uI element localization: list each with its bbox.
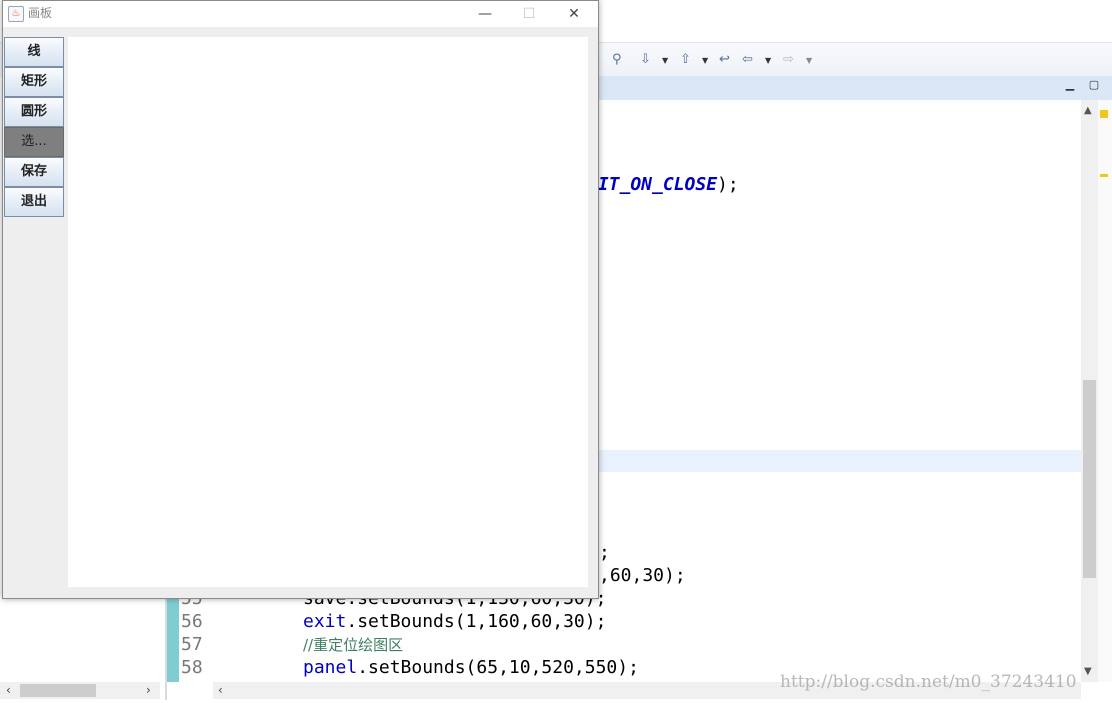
save-button[interactable]: 保存 (4, 157, 64, 187)
back-arrow-icon[interactable]: ⇦ (742, 51, 753, 69)
overview-ruler (1098, 100, 1112, 682)
forward-arrow-icon[interactable]: ⇨ (783, 51, 794, 69)
back-dropdown-icon[interactable]: ▼ (765, 52, 771, 70)
comment-token: //重定位绘图区 (303, 636, 404, 654)
minimize-view-icon[interactable]: ▁ (1064, 79, 1076, 91)
code-line-54: ,60,30); (599, 565, 686, 586)
change-ruler-bar (167, 590, 179, 682)
pin-icon[interactable]: ⚲ (612, 51, 622, 69)
scroll-down-icon[interactable]: ▼ (1084, 666, 1092, 677)
line-number: 56 (181, 611, 203, 632)
line-number: 58 (181, 657, 203, 678)
maximize-view-icon[interactable]: ▢ (1088, 79, 1100, 91)
window-title: 画板 (28, 6, 53, 20)
select-tool-button[interactable]: 选... (4, 127, 64, 157)
maximize-icon[interactable]: ☐ (509, 3, 549, 25)
left-panel-horizontal-scrollbar[interactable]: ‹ › (0, 682, 160, 699)
code-line-53: ; (599, 542, 610, 563)
minimize-icon[interactable]: — (465, 3, 505, 25)
code-line-57: //重定位绘图区 (303, 634, 403, 656)
circle-tool-button[interactable]: 圆形 (4, 97, 64, 127)
scroll-left-icon[interactable]: ‹ (218, 683, 223, 697)
scroll-up-icon[interactable]: ▲ (1084, 105, 1092, 116)
drawing-canvas[interactable] (68, 37, 588, 587)
editor-vertical-scrollbar[interactable]: ▲ ▼ (1081, 100, 1098, 682)
exit-button[interactable]: 退出 (4, 187, 64, 217)
occurrence-marker[interactable] (1100, 174, 1108, 177)
code-token: ); (717, 174, 739, 195)
constant-token: XIT_ON_CLOSE (587, 174, 718, 195)
code-line-56: exit.setBounds(1,160,60,30); (303, 611, 606, 633)
watermark-text: http://blog.csdn.net/m0_37243410 (780, 672, 1077, 692)
back-history-icon[interactable]: ↩ (719, 51, 730, 69)
code-line-exit-on-close: XIT_ON_CLOSE); (587, 174, 739, 196)
line-number: 57 (181, 634, 203, 655)
warning-marker[interactable] (1100, 110, 1108, 118)
step-return-icon[interactable]: ⇧ (680, 51, 691, 69)
code-token: .setBounds(65,10,520,550); (357, 657, 639, 678)
title-bar[interactable]: ♨ 画板 — ☐ ✕ (3, 1, 598, 27)
forward-dropdown-icon[interactable]: ▼ (806, 52, 812, 70)
drawing-board-window: ♨ 画板 — ☐ ✕ 线 矩形 圆形 选... 保存 退出 (2, 0, 599, 599)
code-line-58: panel.setBounds(65,10,520,550); (303, 657, 639, 679)
scroll-right-icon[interactable]: › (146, 683, 151, 697)
code-token: .setBounds(1,160,60,30); (346, 611, 607, 632)
java-app-icon: ♨ (8, 6, 24, 22)
field-token: panel (303, 657, 358, 678)
field-token: exit (303, 611, 347, 632)
line-tool-button[interactable]: 线 (4, 37, 64, 67)
close-icon[interactable]: ✕ (554, 3, 594, 25)
rectangle-tool-button[interactable]: 矩形 (4, 67, 64, 97)
step-into-icon[interactable]: ⇩ (640, 51, 651, 69)
scrollbar-thumb[interactable] (20, 684, 96, 697)
scroll-left-icon[interactable]: ‹ (6, 683, 11, 697)
scrollbar-thumb[interactable] (1083, 380, 1096, 578)
step-into-dropdown-icon[interactable]: ▼ (662, 52, 668, 70)
editor-tab-bar: ▁ ▢ (598, 76, 1112, 101)
step-return-dropdown-icon[interactable]: ▼ (702, 52, 708, 70)
